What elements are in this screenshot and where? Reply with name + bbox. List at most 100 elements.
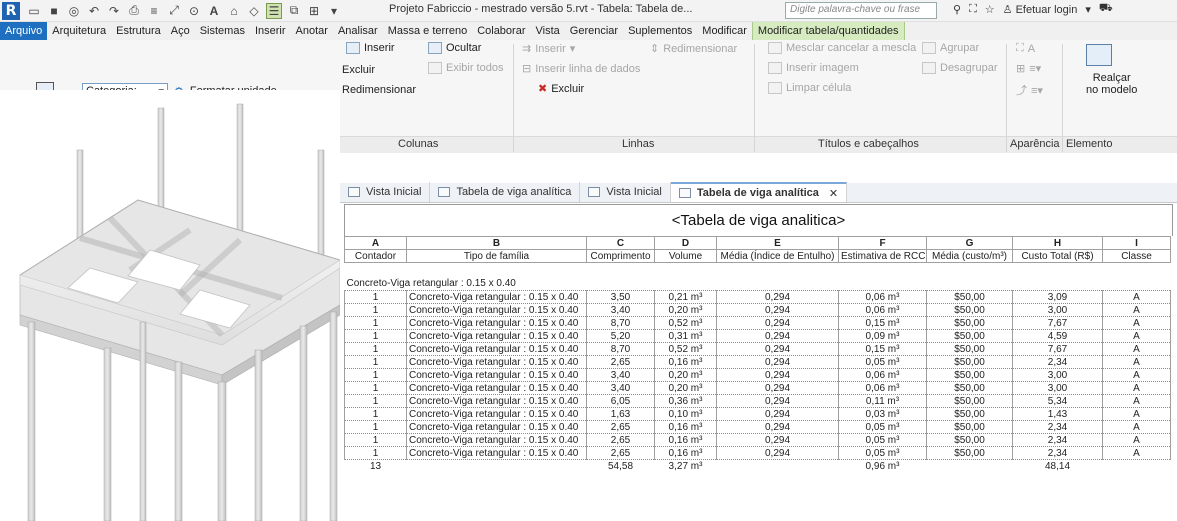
- subscription-icon[interactable]: ⛶: [969, 3, 977, 16]
- menu-aco[interactable]: Aço: [166, 22, 195, 40]
- highlight-in-model-button[interactable]: Realçar no modelo: [1086, 72, 1137, 96]
- revit-logo-icon[interactable]: R: [2, 1, 20, 20]
- schedule-cell[interactable]: $50,00: [926, 290, 1013, 304]
- menu-anotar[interactable]: Anotar: [291, 22, 333, 40]
- schedule-cell[interactable]: 1: [344, 316, 407, 330]
- menu-suplementos[interactable]: Suplementos: [623, 22, 697, 40]
- schedule-cell[interactable]: Concreto-Viga retangular : 0.15 x 0.40: [406, 329, 587, 343]
- schedule-cell[interactable]: 5,34: [1012, 394, 1103, 408]
- schedule-cell[interactable]: 0,20 m³: [654, 303, 717, 317]
- menu-estrutura[interactable]: Estrutura: [111, 22, 166, 40]
- schedule-cell[interactable]: A: [1102, 290, 1171, 304]
- schedule-cell[interactable]: 0,15 m³: [838, 316, 927, 330]
- tab-tabela-viga-1[interactable]: Tabela de viga analítica: [430, 182, 581, 202]
- schedule-cell[interactable]: 0,09 m³: [838, 329, 927, 343]
- schedule-cell[interactable]: 0,96 m³: [839, 460, 927, 473]
- schedule-cell[interactable]: [407, 460, 587, 473]
- schedule-cell[interactable]: 1: [344, 446, 407, 460]
- show-all-button[interactable]: Exibir todos: [428, 62, 503, 74]
- schedule-cell[interactable]: 0,10 m³: [654, 407, 717, 421]
- schedule-cell[interactable]: A: [1102, 368, 1171, 382]
- schedule-cell[interactable]: 0,294: [716, 368, 839, 382]
- schedule-cell[interactable]: 2,34: [1012, 446, 1103, 460]
- schedule-cell[interactable]: 1: [344, 329, 407, 343]
- schedule-cell[interactable]: $50,00: [926, 446, 1013, 460]
- open-icon[interactable]: ▭: [26, 3, 42, 19]
- schedule-cell[interactable]: 0,294: [716, 407, 839, 421]
- close-icon[interactable]: ✕: [829, 187, 838, 200]
- menu-vista[interactable]: Vista: [531, 22, 565, 40]
- menu-massa-terreno[interactable]: Massa e terreno: [383, 22, 472, 40]
- schedule-cell[interactable]: 0,16 m³: [654, 355, 717, 369]
- schedule-cell[interactable]: 8,70: [586, 342, 655, 356]
- schedule-cell[interactable]: E: [716, 236, 839, 250]
- favorites-icon[interactable]: ☆: [985, 3, 995, 16]
- schedule-cell[interactable]: 6,05: [586, 394, 655, 408]
- schedule-cell[interactable]: 0,294: [716, 381, 839, 395]
- binoculars-icon[interactable]: ⚲: [953, 3, 961, 16]
- schedule-cell[interactable]: 2,65: [586, 355, 655, 369]
- schedule-cell[interactable]: Concreto-Viga retangular : 0.15 x 0.40: [406, 420, 587, 434]
- schedule-cell[interactable]: 3,00: [1012, 381, 1103, 395]
- table-row[interactable]: 1 Concreto-Viga retangular : 0.15 x 0.40 2…: [344, 355, 1171, 369]
- schedule-cell[interactable]: A: [1102, 355, 1171, 369]
- schedule-cell[interactable]: A: [1102, 329, 1171, 343]
- redo-icon[interactable]: ↷: [106, 3, 122, 19]
- menu-sistemas[interactable]: Sistemas: [195, 22, 250, 40]
- schedule-cell[interactable]: A: [1102, 446, 1171, 460]
- delete-row-button[interactable]: ✖ Excluir: [538, 82, 584, 96]
- schedule-cell[interactable]: Concreto-Viga retangular : 0.15 x 0.40: [406, 407, 587, 421]
- insert-row-button[interactable]: ⇉ Inserir ▾: [522, 42, 575, 56]
- schedule-cell[interactable]: 0,52 m³: [654, 316, 717, 330]
- schedule-cell[interactable]: $50,00: [926, 407, 1013, 421]
- table-row[interactable]: 1 Concreto-Viga retangular : 0.15 x 0.40 3…: [344, 381, 1171, 395]
- menu-colaborar[interactable]: Colaborar: [472, 22, 530, 40]
- column-letter-row[interactable]: ABCDEFGHI: [344, 236, 1171, 250]
- schedule-cell[interactable]: 0,05 m³: [838, 355, 927, 369]
- cart-icon[interactable]: ⛟: [1099, 2, 1113, 16]
- schedule-cell[interactable]: 1,43: [1012, 407, 1103, 421]
- schedule-cell[interactable]: 0,11 m³: [838, 394, 927, 408]
- hide-column-button[interactable]: Ocultar: [428, 42, 481, 54]
- schedule-cell[interactable]: 3,00: [1012, 303, 1103, 317]
- shading-button[interactable]: ⛶ A: [1016, 42, 1035, 55]
- schedule-cell[interactable]: 0,294: [716, 433, 839, 447]
- schedule-cell[interactable]: 0,21 m³: [654, 290, 717, 304]
- 3d-viewport[interactable]: [0, 90, 340, 521]
- schedule-cell[interactable]: 13: [345, 460, 407, 473]
- text-icon[interactable]: A: [206, 3, 222, 19]
- schedule-cell[interactable]: $50,00: [926, 368, 1013, 382]
- schedule-cell[interactable]: 2,65: [586, 433, 655, 447]
- schedule-cell[interactable]: 3,27 m³: [655, 460, 717, 473]
- schedule-cell[interactable]: H: [1012, 236, 1103, 250]
- schedule-cell[interactable]: Estimativa de RCC: [838, 249, 927, 263]
- schedule-cell[interactable]: A: [1102, 381, 1171, 395]
- schedule-cell[interactable]: A: [1102, 303, 1171, 317]
- dimension-icon[interactable]: ⤢: [166, 3, 182, 19]
- schedule-cell[interactable]: 0,15 m³: [838, 342, 927, 356]
- schedule-cell[interactable]: Concreto-Viga retangular : 0.15 x 0.40: [406, 446, 587, 460]
- schedule-cell[interactable]: $50,00: [926, 433, 1013, 447]
- schedule-cell[interactable]: 2,34: [1012, 420, 1103, 434]
- resize-row-button[interactable]: ⇕ Redimensionar: [650, 42, 737, 56]
- clear-cell-button[interactable]: Limpar célula: [768, 82, 851, 94]
- menu-modificar-tabela[interactable]: Modificar tabela/quantidades: [751, 22, 905, 40]
- schedule-cell[interactable]: Concreto-Viga retangular : 0.15 x 0.40: [406, 316, 587, 330]
- schedule-cell[interactable]: $50,00: [926, 394, 1013, 408]
- schedule-cell[interactable]: 0,05 m³: [838, 420, 927, 434]
- schedule-cell[interactable]: A: [1102, 342, 1171, 356]
- login-button[interactable]: ♙ Efetuar login: [1003, 3, 1078, 16]
- measure-icon[interactable]: ≡: [146, 3, 162, 19]
- highlight-model-icon[interactable]: [1086, 44, 1112, 66]
- close-hidden-icon[interactable]: ⧉: [286, 3, 302, 19]
- save-icon[interactable]: ■: [46, 3, 62, 19]
- ungroup-button[interactable]: Desagrupar: [922, 62, 997, 74]
- schedule-cell[interactable]: 0,20 m³: [654, 368, 717, 382]
- schedule-cell[interactable]: 0,20 m³: [654, 381, 717, 395]
- schedule-cell[interactable]: 0,06 m³: [838, 381, 927, 395]
- schedule-cell[interactable]: B: [406, 236, 587, 250]
- schedule-cell[interactable]: Volume: [654, 249, 717, 263]
- schedule-cell[interactable]: G: [926, 236, 1013, 250]
- tab-vista-inicial-2[interactable]: Vista Inicial: [580, 182, 671, 202]
- search-input[interactable]: Digite palavra-chave ou frase: [785, 2, 937, 19]
